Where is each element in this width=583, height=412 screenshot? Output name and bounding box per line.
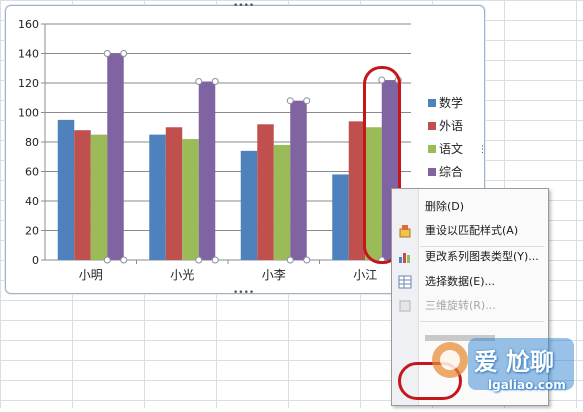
selection-handle [195,78,203,86]
watermark-badge [432,338,574,390]
menu-item-reset-style[interactable]: 重设以匹配样式(A) [392,220,548,242]
x-tick-label: 小江 [353,268,377,282]
selection-handle [303,256,311,264]
legend-swatch-语文 [428,145,436,153]
x-tick-label: 小李 [262,267,286,282]
legend-swatch-综合 [428,168,436,176]
y-tick-label: 80 [25,136,39,149]
selection-handle [195,256,203,264]
bar-数学-小明[interactable] [57,119,75,260]
y-tick-label: 40 [25,195,39,208]
bar-数学-小光[interactable] [149,134,166,260]
selection-handle [211,256,219,264]
selection-handle [286,256,294,264]
select-data-icon [398,275,412,289]
selection-handle [211,78,219,86]
legend-label: 综合 [439,164,463,179]
menu-item-3d-rotation: 三维旋转(R)... [392,295,548,317]
menu-item-delete[interactable]: 删除(D) [392,196,548,218]
y-tick-label: 100 [18,107,39,120]
selection-handle [103,256,111,264]
x-tick-label: 小明 [79,268,103,282]
bar-外语-小明[interactable] [74,130,91,260]
menu-item-label: 三维旋转(R)... [425,299,496,312]
y-tick-label: 160 [18,18,39,31]
menu-item-label: 重设以匹配样式(A) [425,224,519,237]
legend-swatch-数学 [428,99,436,107]
selection-handle [120,50,128,57]
menu-item-change-chart-type[interactable]: 更改系列图表类型(Y)... [392,246,548,268]
y-tick-label: 120 [18,77,39,90]
watermark-logo: 爱 尬聊 lgaliao.com [428,330,578,408]
legend-label: 数学 [439,95,463,110]
y-tick-label: 20 [25,225,39,238]
legend-label: 外语 [439,119,463,133]
bar-综合-小光[interactable] [198,81,216,261]
selection-handle [120,256,128,264]
x-tick-label: 小光 [170,268,194,282]
chart-type-icon [399,253,410,263]
bar-语文-小光[interactable] [182,139,199,260]
menu-item-label: 更改系列图表类型(Y)... [425,250,539,263]
menu-item-select-data[interactable]: 选择数据(E)... [392,271,548,293]
bar-综合-小明[interactable] [107,53,124,261]
bar-数学-小江[interactable] [332,174,349,260]
bar-数学-小李[interactable] [240,150,258,260]
selection-handle [103,50,111,57]
watermark-text: 爱 [474,348,498,376]
menu-separator [420,321,544,322]
rotate-3d-icon [399,300,411,312]
selection-handle [303,97,311,105]
legend-label: 语文 [439,141,463,156]
y-tick-label: 60 [25,166,39,179]
y-tick-label: 0 [32,254,39,267]
menu-item-label: 删除(D) [425,200,465,213]
bar-语文-小明[interactable] [90,134,108,260]
watermark-text: 尬聊 [506,348,554,376]
selection-handle [286,97,294,105]
menu-item-label: 选择数据(E)... [425,275,496,288]
bar-外语-小李[interactable] [257,124,274,260]
bar-综合-小李[interactable] [290,100,307,260]
legend-swatch-外语 [428,122,436,130]
bar-外语-小光[interactable] [165,127,183,260]
reset-style-icon [399,225,411,238]
y-tick-label: 140 [18,48,39,61]
watermark-url: lgaliao.com [488,378,566,392]
bar-语文-小李[interactable] [273,144,291,260]
